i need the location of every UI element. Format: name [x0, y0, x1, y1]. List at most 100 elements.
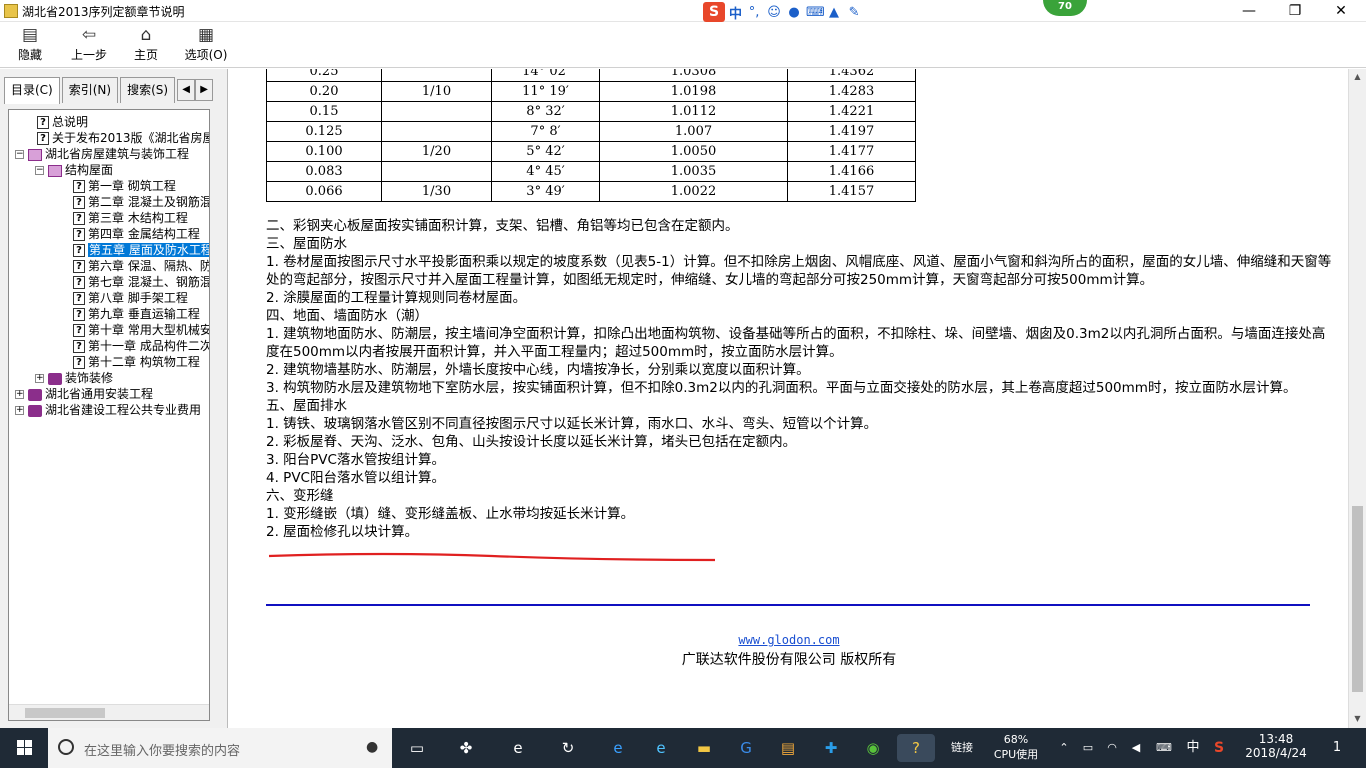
scroll-up-icon[interactable]: ▲ [1349, 69, 1366, 85]
cpu-usage-widget[interactable]: 68% CPU使用 [986, 728, 1046, 768]
task-view-icon[interactable]: ▭ [402, 734, 432, 762]
clock[interactable]: 13:48 2018/4/24 [1236, 728, 1316, 768]
edge-browser-icon[interactable]: e [603, 734, 633, 762]
tray-expand-icon[interactable]: ⌃ [1054, 728, 1074, 768]
ie-browser-icon[interactable]: e [503, 734, 533, 762]
keyboard-icon[interactable]: ⌨ [806, 5, 825, 20]
table-row: 0.15 8° 32′ 1.0112 1.4221 [266, 101, 916, 122]
back-button[interactable]: ⇦ 上一步 [64, 24, 114, 66]
skin-icon[interactable]: ▲ [826, 5, 842, 20]
tab-scroll-right-button[interactable]: ▶ [195, 79, 214, 101]
document-paragraph: 六、变形缝 [266, 488, 334, 504]
tree-item[interactable]: + 湖北省通用安装工程 [15, 386, 153, 402]
tree-item-label: 结构屋面 [65, 163, 114, 177]
table-cell: 1.4221 [787, 101, 916, 122]
emoji-icon[interactable]: ☺ [766, 5, 782, 20]
help-topic-icon: ? [73, 180, 85, 193]
tree-item[interactable]: ? 第八章 脚手架工程 [73, 290, 188, 306]
action-center-icon[interactable]: 1 [1322, 728, 1352, 768]
table-cell: 1.0022 [599, 181, 788, 202]
taskbar-search-box[interactable]: 在这里输入你要搜索的内容 ● [48, 728, 392, 768]
tree-item[interactable]: ? 第九章 垂直运输工程 [73, 306, 200, 322]
help-topic-icon: ? [73, 292, 85, 305]
internet-explorer-icon[interactable]: e [646, 734, 676, 762]
tab-search[interactable]: 搜索(S) [120, 77, 176, 103]
content-scroll-thumb[interactable] [1352, 506, 1363, 692]
tree-item[interactable]: ? 关于发布2013版《湖北省房屋 [37, 130, 209, 146]
help-viewer-taskbar-icon[interactable]: ? [897, 734, 935, 762]
scroll-down-icon[interactable]: ▼ [1349, 711, 1366, 727]
tree-item[interactable]: + 装饰装修 [35, 370, 113, 386]
table-row: 0.100 1/20 5° 42′ 1.0050 1.4177 [266, 141, 916, 162]
ime-language-toggle[interactable]: 中 [729, 3, 742, 22]
tree-item[interactable]: ? 第一章 砌筑工程 [73, 178, 176, 194]
close-button[interactable]: ✕ [1318, 0, 1364, 22]
pinwheel-app-icon[interactable]: ✤ [451, 734, 481, 762]
home-label: 主页 [133, 48, 158, 62]
tab-contents[interactable]: 目录(C) [4, 77, 60, 104]
hide-button[interactable]: ▤ 隐藏 [10, 24, 50, 66]
tree-item[interactable]: ? 第五章 屋面及防水工程 [73, 242, 209, 258]
microphone-icon[interactable]: ● [786, 5, 802, 20]
document-paragraph: 3. 阳台PVC落水管按组计算。 [266, 452, 445, 468]
browser-360-icon[interactable]: ◉ [858, 734, 888, 762]
start-button[interactable] [0, 728, 48, 768]
tab-index[interactable]: 索引(N) [61, 77, 119, 103]
tree-scroll-thumb[interactable] [25, 708, 105, 718]
tree-horizontal-scrollbar[interactable] [9, 704, 209, 720]
company-link[interactable]: www.glodon.com [529, 633, 1049, 647]
score-badge[interactable]: 70 [1043, 0, 1087, 16]
wifi-icon[interactable]: ◠ [1102, 728, 1122, 768]
help-topic-icon: ? [73, 340, 85, 353]
refresh-app-icon[interactable]: ↻ [553, 734, 583, 762]
minimize-button[interactable]: — [1226, 0, 1272, 22]
collapse-icon[interactable]: − [15, 150, 24, 159]
contents-tree[interactable]: ? 总说明? 关于发布2013版《湖北省房屋 − 湖北省房屋建筑与装饰工程 − 结构屋面? 第… [8, 109, 210, 721]
punctuation-icon[interactable]: °, [746, 5, 762, 20]
tree-item[interactable]: ? 第七章 混凝土、钢筋混 [73, 274, 209, 290]
tree-item[interactable]: ? 第十章 常用大型机械安 [73, 322, 209, 338]
table-row: 0.20 1/10 11° 19′ 1.0198 1.4283 [266, 81, 916, 102]
wrench-icon[interactable]: ✎ [846, 5, 862, 20]
sogou-logo-icon[interactable]: S [703, 2, 725, 22]
link-toolbar[interactable]: 链接 [942, 728, 982, 768]
tree-item[interactable]: ? 第三章 木结构工程 [73, 210, 188, 226]
table-cell: 0.25 [266, 69, 382, 82]
tree-item[interactable]: ? 第六章 保温、隔热、防 [73, 258, 209, 274]
file-explorer-icon[interactable]: ▬ [689, 734, 719, 762]
tree-item[interactable]: ? 第四章 金属结构工程 [73, 226, 200, 242]
tree-item[interactable]: − 湖北省房屋建筑与装饰工程 [15, 146, 189, 162]
tab-scroll-left-button[interactable]: ◀ [177, 79, 196, 101]
cpu-percent: 68% [1003, 733, 1029, 746]
notes-app-icon[interactable]: ▤ [773, 734, 803, 762]
volume-icon[interactable]: ◀ [1126, 728, 1146, 768]
battery-icon[interactable]: ▭ [1078, 728, 1098, 768]
tree-item[interactable]: ? 第十二章 构筑物工程 [73, 354, 200, 370]
tree-item[interactable]: ? 总说明 [37, 114, 88, 130]
tree-item-label: 湖北省房屋建筑与装饰工程 [45, 147, 190, 161]
tree-item[interactable]: + 湖北省建设工程公共专业费用 [15, 402, 201, 418]
input-language[interactable]: 中 [1182, 728, 1204, 768]
tree-item[interactable]: − 结构屋面 [35, 162, 113, 178]
expand-icon[interactable]: + [15, 406, 24, 415]
collapse-icon[interactable]: − [35, 166, 44, 175]
tree-item[interactable]: ? 第十一章 成品构件二次 [73, 338, 209, 354]
sogou-tray-icon[interactable]: S [1208, 728, 1230, 768]
options-button[interactable]: ▦ 选项(O) [182, 24, 230, 66]
underline-stroke [268, 552, 716, 562]
touch-keyboard-icon[interactable]: ⌨ [1150, 728, 1178, 768]
glodon-app-icon[interactable]: G [731, 734, 761, 762]
tree-item-label: 第四章 金属结构工程 [88, 227, 200, 241]
tree-item-label: 第二章 混凝土及钢筋混 [88, 195, 210, 209]
expand-icon[interactable]: + [15, 390, 24, 399]
document-paragraph: 五、屋面排水 [266, 398, 347, 414]
network-app-icon[interactable]: ✚ [816, 734, 846, 762]
expand-icon[interactable]: + [35, 374, 44, 383]
content-vertical-scrollbar[interactable]: ▲ ▼ [1348, 69, 1366, 728]
home-button[interactable]: ⌂ 主页 [128, 24, 164, 66]
tree-item[interactable]: ? 第二章 混凝土及钢筋混 [73, 194, 210, 210]
microphone-icon[interactable]: ● [366, 739, 378, 755]
restore-button[interactable]: ❐ [1272, 0, 1318, 22]
options-icon: ▦ [197, 25, 215, 45]
document-body: 二、彩钢夹心板屋面按实铺面积计算，支架、铝槽、角铝等均已包含在定额内。 三、屋面防… [266, 217, 1336, 541]
